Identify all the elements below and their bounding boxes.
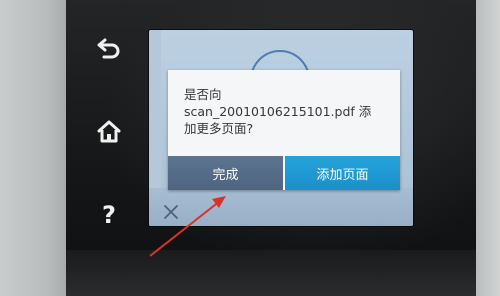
dialog-message-line2: scan_20010106215101.pdf 添: [184, 104, 372, 119]
back-arrow-icon: [97, 38, 120, 59]
bezel-bottom: [66, 250, 476, 296]
dialog-message: 是否向 scan_20010106215101.pdf 添 加更多页面?: [184, 86, 394, 137]
add-page-button[interactable]: 添加页面: [283, 156, 400, 190]
add-pages-dialog: 是否向 scan_20010106215101.pdf 添 加更多页面? 完成 …: [168, 70, 400, 190]
done-button[interactable]: 完成: [168, 156, 283, 190]
close-icon[interactable]: [161, 202, 181, 222]
dialog-message-line3: 加更多页面?: [184, 121, 254, 136]
screen-footer: [149, 188, 413, 226]
home-button[interactable]: [94, 116, 124, 146]
help-button[interactable]: ?: [94, 200, 124, 230]
dialog-button-row: 完成 添加页面: [168, 156, 400, 190]
home-icon: [97, 120, 121, 143]
dialog-message-line1: 是否向: [184, 87, 222, 102]
back-button[interactable]: [94, 33, 124, 63]
photo-scene: ? 是否向 scan_20010106215101.pdf 添 加更多页面? 完…: [0, 0, 500, 296]
close-x-glyph: [164, 205, 178, 219]
help-icon: ?: [102, 201, 116, 229]
